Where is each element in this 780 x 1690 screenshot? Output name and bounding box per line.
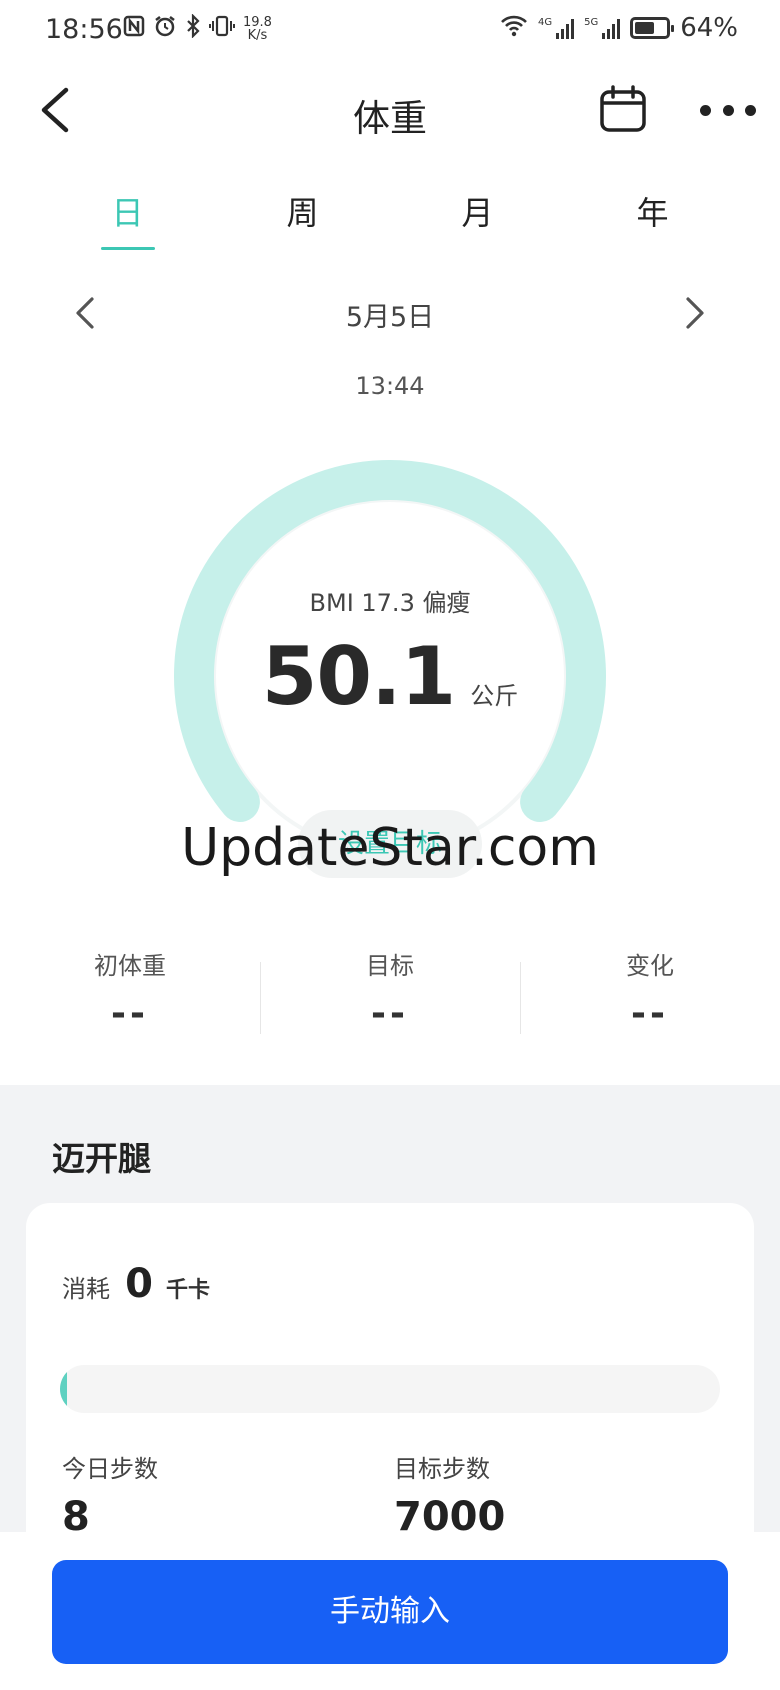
- weight-unit: 公斤: [470, 682, 519, 710]
- more-dots-icon: [745, 104, 756, 116]
- current-date: 5月5日: [345, 302, 435, 333]
- status-bar: 18:56 19.8 K/s 4G 5G 64%: [0, 0, 780, 60]
- status-right-icons: 4G 5G 64%: [500, 13, 738, 43]
- app-header: 体重: [0, 60, 780, 160]
- watermark: UpdateStar.com: [181, 818, 599, 878]
- date-navigator: 5月5日: [0, 285, 780, 341]
- burn-unit: 千卡: [166, 1278, 211, 1303]
- stat-label: 初体重: [94, 952, 166, 980]
- nfc-icon: [123, 15, 145, 43]
- battery-fill: [635, 22, 655, 34]
- battery-percent: 64%: [680, 13, 738, 43]
- tab-month[interactable]: 月: [390, 170, 565, 250]
- battery-icon: [630, 17, 675, 39]
- record-time: 13:44: [355, 372, 425, 400]
- progress-fill: [60, 1365, 67, 1413]
- vibrate-icon: [209, 14, 235, 44]
- weight-gauge: BMI 17.3 偏瘦 50.1 公斤 设置目标: [150, 440, 630, 880]
- today-steps-label: 今日步数: [62, 1455, 158, 1483]
- stat-value: --: [111, 993, 149, 1034]
- tab-day[interactable]: 日: [40, 170, 215, 250]
- next-date-button[interactable]: [676, 291, 712, 335]
- network-type-2: 5G: [584, 17, 599, 28]
- more-dots-icon: [722, 104, 734, 116]
- target-steps-label: 目标步数: [394, 1455, 490, 1483]
- status-time: 18:56: [45, 14, 123, 45]
- weight-stats: 初体重 -- 目标 -- 变化 --: [0, 940, 780, 1050]
- more-dots-icon: [700, 104, 711, 116]
- cell-signal-icon: 4G: [537, 17, 575, 39]
- today-steps: 今日步数 8: [62, 1449, 394, 1540]
- calorie-burn: 消耗 0 千卡: [62, 1261, 210, 1307]
- bmi-label: BMI 17.3 偏瘦: [309, 589, 471, 617]
- steps-summary: 今日步数 8 目标步数 7000: [62, 1449, 762, 1540]
- burn-label: 消耗: [62, 1275, 110, 1303]
- tab-week[interactable]: 周: [215, 170, 390, 250]
- stat-target: 目标 --: [260, 940, 520, 1050]
- top-panel: 18:56 19.8 K/s 4G 5G 64% 体重 日 周 月 年 5月5日…: [0, 0, 780, 1085]
- weight-page: 18:56 19.8 K/s 4G 5G 64% 体重 日 周 月 年 5月5日…: [0, 0, 780, 1690]
- wifi-icon: [500, 15, 528, 41]
- stat-value: --: [371, 993, 409, 1034]
- page-title: 体重: [353, 97, 427, 140]
- period-tabs: 日 周 月 年: [40, 170, 740, 250]
- target-steps: 目标步数 7000: [394, 1449, 726, 1540]
- calorie-progress-bar: [60, 1365, 720, 1413]
- cell-signal-icon-2: 5G: [584, 17, 621, 39]
- calendar-icon: [600, 85, 646, 132]
- speed-unit: K/s: [247, 28, 268, 43]
- network-type-1: 4G: [537, 17, 553, 28]
- calendar-button[interactable]: [598, 84, 648, 134]
- stat-label: 变化: [626, 952, 674, 980]
- chevron-right-icon: [686, 297, 704, 329]
- tab-year[interactable]: 年: [565, 170, 740, 250]
- weight-readout: 50.1 公斤: [150, 630, 630, 723]
- weight-value: 50.1: [261, 630, 456, 723]
- bluetooth-icon: [185, 13, 201, 44]
- stat-change: 变化 --: [520, 940, 780, 1050]
- alarm-icon: [153, 14, 177, 44]
- stat-initial-weight: 初体重 --: [0, 940, 260, 1050]
- manual-input-button[interactable]: 手动输入: [52, 1560, 728, 1664]
- burn-value: 0: [125, 1261, 153, 1307]
- stat-value: --: [631, 993, 669, 1034]
- stat-label: 目标: [366, 952, 414, 980]
- network-speed: 19.8 K/s: [243, 16, 272, 42]
- more-button[interactable]: [700, 90, 756, 130]
- bottom-bar: 手动输入: [0, 1532, 780, 1690]
- section-title: 迈开腿: [52, 1139, 151, 1178]
- status-left-icons: 19.8 K/s: [123, 13, 272, 44]
